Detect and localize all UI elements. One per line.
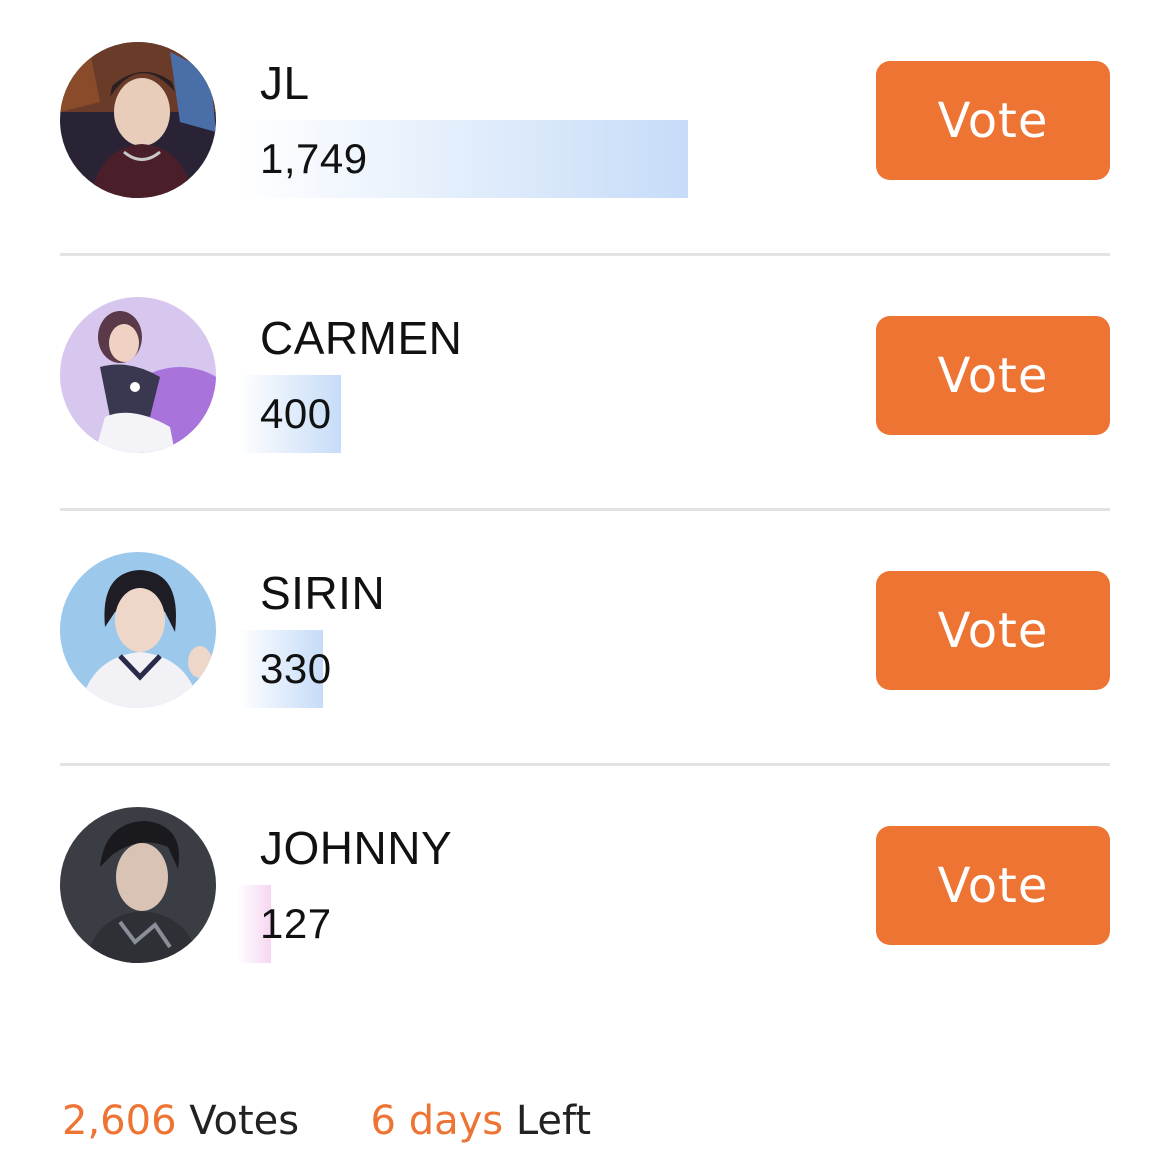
candidate-row-sirin: SIRIN 330 Vote bbox=[60, 510, 1110, 766]
candidate-row-johnny: JOHNNY 127 Vote bbox=[60, 765, 1110, 1019]
poll-summary: 2,606 Votes 6 days Left bbox=[62, 1096, 591, 1146]
vote-button[interactable]: Vote bbox=[876, 826, 1110, 945]
avatar bbox=[60, 297, 216, 453]
vote-button[interactable]: Vote bbox=[876, 61, 1110, 180]
total-votes: 2,606 bbox=[62, 1098, 177, 1144]
left-label: Left bbox=[515, 1098, 592, 1144]
vote-count: 400 bbox=[260, 390, 332, 437]
vote-count: 330 bbox=[260, 645, 332, 692]
avatar-photo-jl bbox=[60, 42, 216, 198]
avatar bbox=[60, 807, 216, 963]
candidate-row-jl: JL 1,749 Vote bbox=[60, 0, 1110, 256]
votes-label: Votes bbox=[189, 1098, 300, 1144]
candidate-row-carmen: CARMEN 400 Vote bbox=[60, 255, 1110, 511]
candidate-name: JOHNNY bbox=[260, 822, 453, 874]
vote-button[interactable]: Vote bbox=[876, 316, 1110, 435]
avatar-photo-carmen bbox=[60, 297, 216, 453]
vote-button[interactable]: Vote bbox=[876, 571, 1110, 690]
avatar bbox=[60, 42, 216, 198]
candidate-name: JL bbox=[260, 57, 310, 109]
days-left: 6 days bbox=[370, 1098, 504, 1144]
avatar bbox=[60, 552, 216, 708]
candidate-name: CARMEN bbox=[260, 312, 463, 364]
candidate-name: SIRIN bbox=[260, 567, 386, 619]
avatar-photo-johnny bbox=[60, 807, 216, 963]
vote-count: 127 bbox=[260, 900, 332, 947]
avatar-photo-sirin bbox=[60, 552, 216, 708]
vote-count: 1,749 bbox=[260, 135, 368, 182]
